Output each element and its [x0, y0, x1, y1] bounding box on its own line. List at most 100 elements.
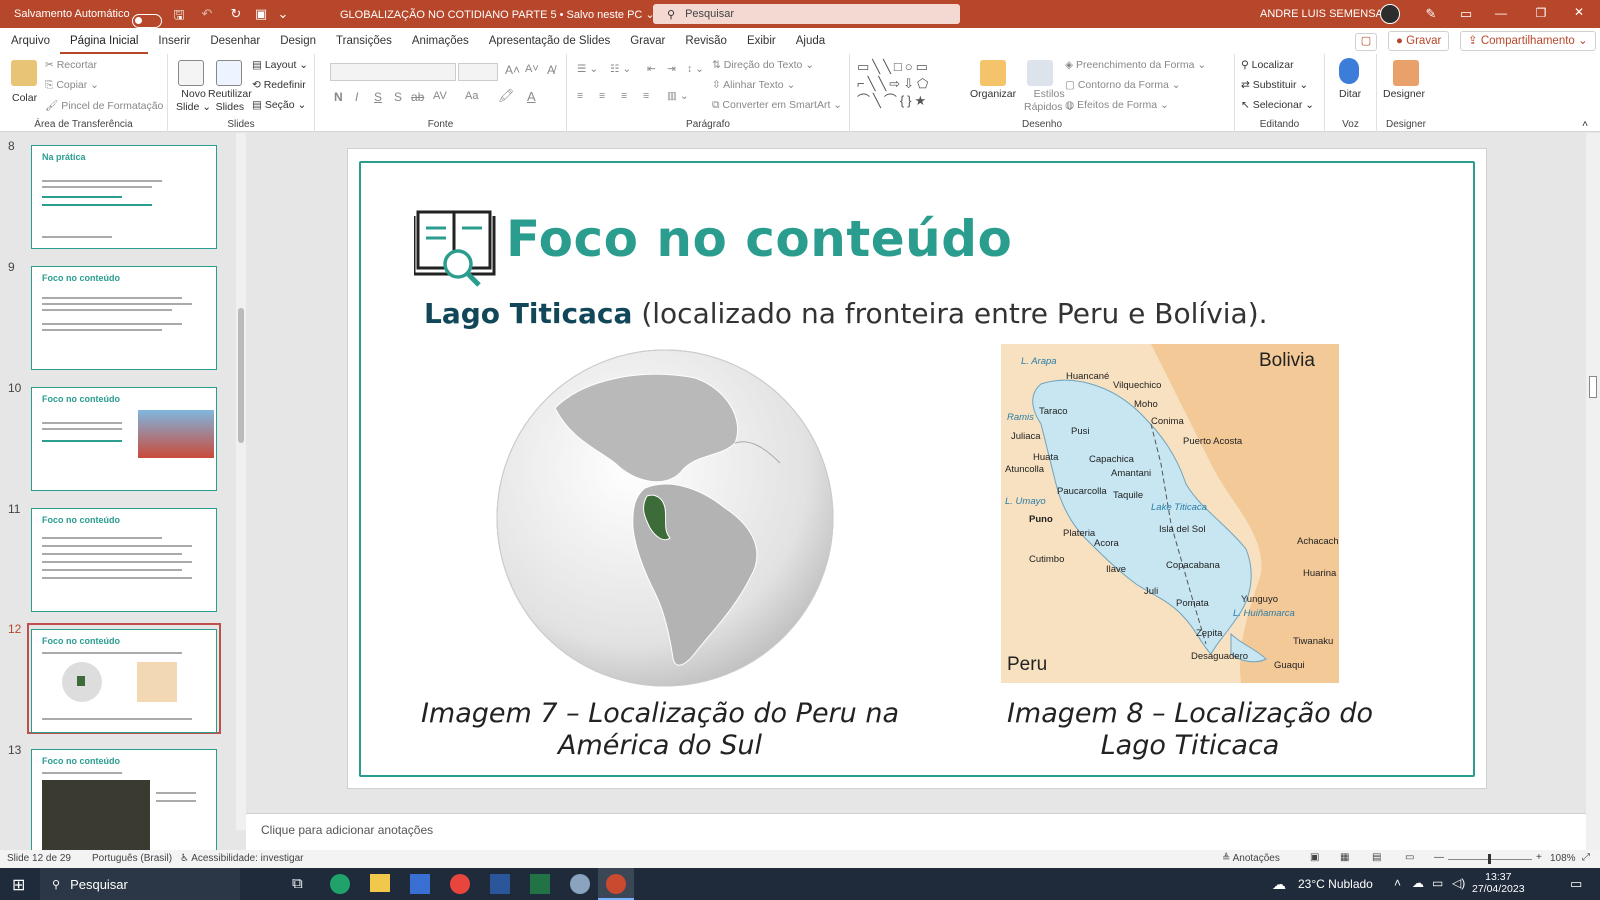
slide-count[interactable]: Slide 12 de 29: [7, 853, 71, 864]
volume-icon[interactable]: ◁): [1452, 876, 1465, 890]
slide-thumbnail-11[interactable]: Foco no conteúdo: [31, 508, 217, 612]
slide-subtitle[interactable]: Lago Titicaca (localizado na fronteira e…: [424, 297, 1268, 330]
new-slide-button[interactable]: Novo Slide ⌄: [176, 88, 211, 114]
copy-button[interactable]: ⎘ Copiar ⌄: [45, 79, 99, 92]
font-size-dropdown[interactable]: [458, 63, 498, 81]
network-icon[interactable]: ▭: [1432, 876, 1443, 890]
thumbnail-scrollbar[interactable]: [236, 133, 246, 830]
tray-chevron-icon[interactable]: ˄: [1394, 876, 1401, 890]
settings-app-icon[interactable]: [570, 874, 590, 894]
arrange-button[interactable]: Organizar: [970, 88, 1016, 100]
shape-outline-button[interactable]: ▢ Contorno da Forma ⌄: [1065, 79, 1181, 91]
decrease-indent-icon[interactable]: ⇤: [647, 63, 656, 75]
editor-scroll-thumb[interactable]: [1589, 376, 1597, 398]
align-right-icon[interactable]: ≡: [621, 90, 627, 102]
edge-icon[interactable]: [330, 874, 350, 894]
tab-design[interactable]: Design: [270, 28, 326, 54]
arrange-icon[interactable]: [980, 60, 1006, 86]
caption-image-8[interactable]: Imagem 8 – Localização do Lago Titicaca: [980, 698, 1400, 762]
accessibility-status[interactable]: ♿ Acessibilidade: investigar: [180, 853, 303, 864]
zoom-out-icon[interactable]: —: [1434, 852, 1444, 863]
clear-format-icon[interactable]: A̸: [547, 63, 555, 77]
slide-thumbnail-13[interactable]: Foco no conteúdo: [31, 749, 217, 853]
designer-icon[interactable]: [1393, 60, 1419, 86]
caption-image-7[interactable]: Imagem 7 – Localização do Peru na Améric…: [410, 698, 910, 762]
tab-apresentacao[interactable]: Apresentação de Slides: [479, 28, 620, 54]
cut-button[interactable]: ✂ Recortar: [45, 59, 97, 71]
document-title[interactable]: GLOBALIZAÇÃO NO COTIDIANO PARTE 5 • Salv…: [340, 8, 655, 21]
slide-sorter-icon[interactable]: ▦: [1340, 852, 1349, 863]
tab-transicoes[interactable]: Transições: [326, 28, 402, 54]
reuse-slides-button[interactable]: Reutilizar Slides: [208, 88, 252, 114]
present-icon[interactable]: ▣: [250, 6, 272, 22]
designer-button[interactable]: Designer: [1383, 88, 1425, 100]
quick-styles-icon[interactable]: [1027, 60, 1053, 86]
clock[interactable]: 13:37 27/04/2023: [1472, 871, 1525, 895]
strikethrough-button[interactable]: ab: [411, 90, 424, 104]
slideshow-icon[interactable]: ▭: [1405, 852, 1414, 863]
autosave-toggle[interactable]: [132, 14, 162, 28]
record-button[interactable]: ● Gravar: [1388, 31, 1450, 51]
lake-titicaca-map[interactable]: Bolivia Peru Lake Titicaca L. Arapa Huan…: [1001, 344, 1339, 683]
text-direction-button[interactable]: ⇅ Direção do Texto ⌄: [712, 59, 814, 71]
slide-thumbnail-9[interactable]: Foco no conteúdo: [31, 266, 217, 370]
close-icon[interactable]: ✕: [1556, 5, 1600, 19]
notes-toggle[interactable]: ≜ Anotações: [1222, 853, 1280, 864]
slide-thumbnail-12[interactable]: Foco no conteúdo: [31, 629, 217, 733]
char-spacing-button[interactable]: AV: [433, 90, 447, 102]
slide-thumbnail-8[interactable]: Na prática: [31, 145, 217, 249]
shape-effects-button[interactable]: ◍ Efeitos de Forma ⌄: [1065, 99, 1169, 111]
notifications-icon[interactable]: ▭: [1570, 876, 1582, 892]
shape-fill-button[interactable]: ◈ Preenchimento da Forma ⌄: [1065, 59, 1206, 71]
columns-icon[interactable]: ▥ ⌄: [667, 90, 689, 102]
normal-view-icon[interactable]: ▣: [1310, 852, 1319, 863]
collapse-ribbon-icon[interactable]: ˄: [1582, 118, 1588, 130]
grow-font-icon[interactable]: A˄: [505, 63, 520, 77]
increase-indent-icon[interactable]: ⇥: [667, 63, 676, 75]
redo-icon[interactable]: ↻: [225, 6, 247, 22]
weather-text[interactable]: 23°C Nublado: [1298, 877, 1373, 891]
pen-icon[interactable]: ✎: [1420, 6, 1442, 22]
share-button[interactable]: ⇪ Compartilhamento ⌄: [1460, 31, 1596, 51]
windows-start-icon[interactable]: ⊞: [12, 875, 25, 895]
tab-desenhar[interactable]: Desenhar: [200, 28, 270, 54]
excel-icon[interactable]: [530, 874, 550, 894]
shrink-font-icon[interactable]: A˅: [525, 63, 539, 75]
paste-label[interactable]: Colar: [12, 92, 37, 104]
undo-icon[interactable]: ↶: [196, 6, 218, 22]
slide-thumbnail-10[interactable]: Foco no conteúdo: [31, 387, 217, 491]
word-icon[interactable]: [490, 874, 510, 894]
font-name-dropdown[interactable]: [330, 63, 456, 81]
tab-animacoes[interactable]: Animações: [402, 28, 479, 54]
italic-button[interactable]: I: [355, 90, 358, 104]
zoom-level[interactable]: 108%: [1550, 853, 1576, 864]
chrome-icon[interactable]: [450, 874, 470, 894]
numbering-icon[interactable]: ☷ ⌄: [610, 63, 631, 75]
notes-pane[interactable]: Clique para adicionar anotações: [246, 813, 1586, 850]
font-color-icon[interactable]: A: [527, 89, 536, 104]
replace-button[interactable]: ⇄ Substituir ⌄: [1241, 79, 1308, 91]
find-button[interactable]: ⚲ Localizar: [1241, 59, 1294, 71]
language[interactable]: Português (Brasil): [92, 853, 172, 864]
format-painter-button[interactable]: 🖌 Pincel de Formatação: [45, 99, 163, 112]
align-left-icon[interactable]: ≡: [577, 90, 583, 102]
tab-pagina-inicial[interactable]: Página Inicial: [60, 28, 149, 54]
tab-ajuda[interactable]: Ajuda: [786, 28, 835, 54]
onedrive-icon[interactable]: ☁: [1412, 876, 1424, 890]
customize-qat-icon[interactable]: ⌄: [272, 6, 294, 22]
taskbar-search[interactable]: ⚲ Pesquisar: [40, 868, 240, 900]
tab-exibir[interactable]: Exibir: [737, 28, 786, 54]
slide-title[interactable]: Foco no conteúdo: [506, 210, 1012, 268]
bullets-icon[interactable]: ☰ ⌄: [577, 63, 598, 75]
microphone-icon[interactable]: [1339, 58, 1359, 84]
line-spacing-icon[interactable]: ↕ ⌄: [687, 63, 704, 75]
new-slide-icon[interactable]: [178, 60, 204, 86]
fit-slide-icon[interactable]: ⤢: [1582, 852, 1590, 863]
search-box[interactable]: ⚲ Pesquisar: [653, 4, 960, 24]
layout-button[interactable]: ▤ Layout ⌄: [252, 59, 308, 71]
tab-gravar[interactable]: Gravar: [620, 28, 675, 54]
highlight-icon[interactable]: 🖍: [498, 88, 515, 104]
task-view-icon[interactable]: ⧉: [292, 875, 303, 892]
avatar[interactable]: [1380, 4, 1400, 24]
zoom-in-icon[interactable]: +: [1536, 852, 1542, 863]
